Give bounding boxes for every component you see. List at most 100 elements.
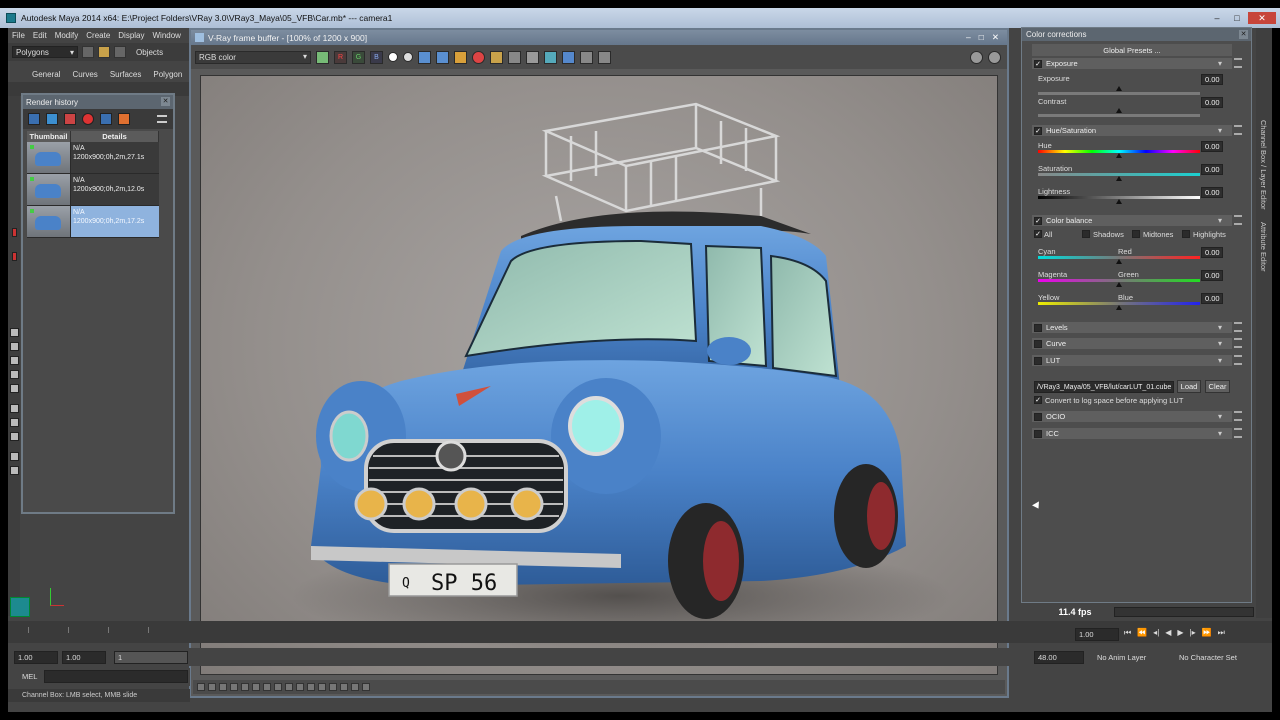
step-back-key-icon[interactable]: ⏪ [1137, 628, 1147, 638]
hue-value-field[interactable]: 0.00 [1201, 141, 1223, 152]
open-scene-icon[interactable] [98, 46, 110, 58]
menu-icon[interactable] [1234, 215, 1242, 225]
slider-thumb[interactable] [1116, 305, 1122, 310]
menu-icon[interactable] [1234, 322, 1242, 332]
cyan-red-value-field[interactable]: 0.00 [1201, 270, 1223, 281]
chevron-down-icon[interactable]: ▾ [1218, 339, 1222, 348]
curve-section-header[interactable]: Curve ▾ [1032, 338, 1242, 349]
layout-persp-icon[interactable] [10, 370, 19, 379]
delete-icon[interactable] [64, 113, 76, 125]
table-row[interactable]: N/A 1200x900;0h,2m,17.2s [27, 206, 159, 238]
shelf-tab-curves[interactable]: Curves [72, 70, 97, 79]
power-icon[interactable] [28, 113, 40, 125]
menu-icon[interactable] [157, 115, 167, 123]
go-to-end-icon[interactable]: ⏭ [1218, 628, 1225, 638]
close-icon[interactable]: ✕ [161, 97, 170, 106]
table-row[interactable]: N/A 1200x900;0h,2m,12.0s [27, 174, 159, 206]
stop-render-icon[interactable] [472, 50, 485, 64]
color-balance-checkbox[interactable]: ✓ [1034, 216, 1042, 225]
compare-history-icon[interactable] [970, 50, 983, 64]
menu-icon[interactable] [1234, 58, 1242, 68]
vfb-bottom-icon[interactable] [241, 683, 249, 691]
start-time-field[interactable]: 1.00 [14, 651, 58, 664]
shadows-checkbox[interactable] [1082, 230, 1090, 238]
menu-icon[interactable] [1234, 338, 1242, 348]
play-backwards-icon[interactable]: ◀ [1165, 628, 1171, 638]
step-back-frame-icon[interactable]: ◂| [1153, 628, 1159, 638]
shelf-tab-general[interactable]: General [32, 70, 60, 79]
slider-thumb[interactable] [1116, 153, 1122, 158]
hue-saturation-section-header[interactable]: ✓ Hue/Saturation ▾ [1032, 125, 1242, 136]
pixel-info-icon[interactable] [580, 50, 593, 64]
close-icon[interactable]: ✕ [1239, 30, 1248, 39]
slider-thumb[interactable] [1116, 199, 1122, 204]
levels-section-header[interactable]: Levels ▾ [1032, 322, 1242, 333]
track-mouse-icon[interactable] [508, 50, 521, 64]
vfb-bottom-icon[interactable] [329, 683, 337, 691]
step-forward-frame-icon[interactable]: |▸ [1190, 628, 1196, 638]
minimize-button[interactable]: – [1208, 12, 1226, 24]
mel-input[interactable] [44, 670, 188, 683]
layout-hypershade-icon[interactable] [10, 418, 19, 427]
tab-attribute-editor[interactable]: Attribute Editor [1259, 222, 1268, 272]
shelf-tab-surfaces[interactable]: Surfaces [110, 70, 142, 79]
lens-effects-icon[interactable] [598, 50, 611, 64]
icc-checkbox[interactable] [1034, 429, 1042, 438]
layout-graph-icon[interactable] [10, 404, 19, 413]
character-set-dropdown[interactable]: No Character Set [1176, 651, 1248, 664]
vfb-bottom-icon[interactable] [219, 683, 227, 691]
render-last-icon[interactable] [544, 50, 557, 64]
curve-checkbox[interactable] [1034, 339, 1042, 348]
vfb-bottom-icon[interactable] [340, 683, 348, 691]
menu-edit[interactable]: Edit [29, 31, 51, 40]
menu-display[interactable]: Display [114, 31, 148, 40]
slider-thumb[interactable] [1116, 259, 1122, 264]
playback-start-field[interactable]: 1.00 [62, 651, 106, 664]
mel-label[interactable]: MEL [22, 672, 37, 681]
ocio-section-header[interactable]: OCIO ▾ [1032, 411, 1242, 422]
vfb-bottom-icon[interactable] [263, 683, 271, 691]
vfb-bottom-icon[interactable] [285, 683, 293, 691]
render-view[interactable]: Q SP 56 [200, 75, 998, 675]
region-render-icon[interactable] [526, 50, 539, 64]
contrast-slider[interactable] [1038, 114, 1200, 117]
slider-thumb[interactable] [1116, 176, 1122, 181]
ocio-checkbox[interactable] [1034, 412, 1042, 421]
global-presets-button[interactable]: Global Presets ... [1032, 44, 1232, 56]
yellow-blue-value-field[interactable]: 0.00 [1201, 293, 1223, 304]
slider-thumb[interactable] [1116, 86, 1122, 91]
vfb-bottom-icon[interactable] [351, 683, 359, 691]
blue-channel-button[interactable]: B [370, 50, 383, 64]
horizontal-scrollbar[interactable] [1114, 607, 1254, 617]
vfb-bottom-icon[interactable] [296, 683, 304, 691]
column-header-details[interactable]: Details [71, 131, 159, 142]
menu-icon[interactable] [1234, 411, 1242, 421]
chevron-down-icon[interactable]: ▾ [1218, 412, 1222, 421]
load-lut-button[interactable]: Load [1177, 380, 1201, 393]
save-icon[interactable] [46, 113, 58, 125]
layout-outliner-icon[interactable] [10, 384, 19, 393]
menu-modify[interactable]: Modify [51, 31, 83, 40]
clear-lut-button[interactable]: Clear [1205, 380, 1230, 393]
layout-extra-icon[interactable] [10, 466, 19, 475]
save-image-icon[interactable] [418, 50, 431, 64]
midtones-checkbox[interactable] [1132, 230, 1140, 238]
play-forwards-icon[interactable]: ▶ [1177, 628, 1183, 638]
menu-window[interactable]: Window [149, 31, 185, 40]
hue-saturation-checkbox[interactable]: ✓ [1034, 126, 1042, 135]
layout-side-icon[interactable] [10, 356, 19, 365]
saturation-value-field[interactable]: 0.00 [1201, 164, 1223, 175]
lightness-value-field[interactable]: 0.00 [1201, 187, 1223, 198]
vfb-bottom-icon[interactable] [318, 683, 326, 691]
chevron-down-icon[interactable]: ▾ [1218, 216, 1222, 225]
save-scene-icon[interactable] [114, 46, 126, 58]
icc-section-header[interactable]: ICC ▾ [1032, 428, 1242, 439]
clear-image-icon[interactable] [490, 50, 503, 64]
menu-create[interactable]: Create [82, 31, 114, 40]
color-balance-section-header[interactable]: ✓ Color balance ▾ [1032, 215, 1242, 226]
minimize-button[interactable]: – [966, 32, 971, 43]
vfb-bottom-icon[interactable] [252, 683, 260, 691]
step-forward-key-icon[interactable]: ⏩ [1202, 628, 1212, 638]
mode-selector[interactable]: Polygons ▾ [12, 46, 78, 58]
green-channel-button[interactable]: G [352, 50, 365, 64]
